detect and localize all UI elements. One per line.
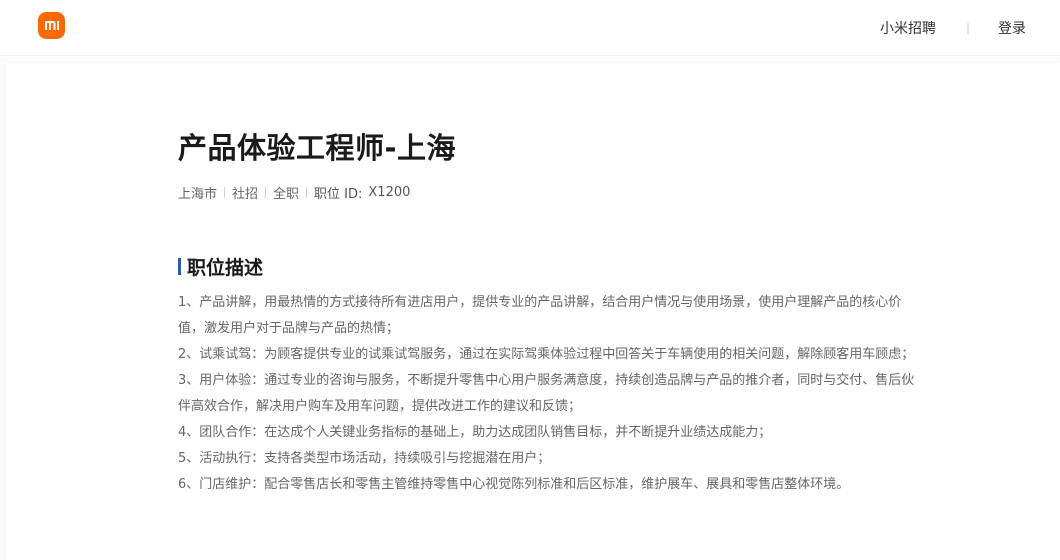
- job-description: 1、产品讲解，用最热情的方式接待所有进店用户，提供专业的产品讲解，结合用户情况与…: [178, 290, 926, 498]
- description-item: 5、活动执行：支持各类型市场活动，持续吸引与挖掘潜在用户；: [178, 451, 551, 466]
- page: 小米招聘 | 登录 产品体验工程师-上海 上海市 社招 全职 职位 ID: X1…: [0, 0, 1060, 560]
- xiaomi-logo[interactable]: [38, 12, 65, 39]
- meta-divider: [265, 187, 267, 198]
- description-section-title: 职位描述: [178, 253, 263, 280]
- job-recruit-type: 社招: [232, 187, 259, 202]
- description-item: 3、用户体验：通过专业的咨询与服务，不断提升零售中心用户服务满意度，持续创造品牌…: [178, 373, 915, 414]
- description-item: 6、门店维护：配合零售店长和零售主管维持零售中心视觉陈列标准和后区标准，维护展车…: [178, 477, 850, 492]
- description-item: 4、团队合作：在达成个人关键业务指标的基础上，助力达成团队销售目标，并不断提升业…: [178, 425, 772, 440]
- top-header: 小米招聘 | 登录: [0, 0, 1060, 56]
- description-title-text: 职位描述: [187, 257, 264, 279]
- nav-separator: |: [965, 21, 970, 35]
- job-meta: 上海市 社招 全职 职位 ID: X1200: [178, 183, 410, 202]
- job-title: 产品体验工程师-上海: [178, 131, 457, 165]
- meta-divider: [306, 187, 308, 198]
- description-item: 2、试乘试驾：为顾客提供专业的试乘试驾服务，通过在实际驾乘体验过程中回答关于车辆…: [178, 347, 915, 362]
- job-id-label: 职位 ID:: [314, 187, 363, 202]
- nav-recruitment-link[interactable]: 小米招聘: [880, 18, 936, 38]
- job-employment-type: 全职: [273, 187, 300, 202]
- content-area: 产品体验工程师-上海 上海市 社招 全职 职位 ID: X1200 职位描述 1…: [0, 57, 1060, 560]
- meta-divider: [224, 187, 226, 198]
- login-link[interactable]: 登录: [998, 18, 1026, 38]
- job-id-value: X1200: [368, 185, 411, 200]
- xiaomi-logo-icon: [38, 12, 65, 39]
- job-detail-card: 产品体验工程师-上海 上海市 社招 全职 职位 ID: X1200 职位描述 1…: [6, 63, 1060, 560]
- job-location: 上海市: [178, 187, 218, 202]
- description-item: 1、产品讲解，用最热情的方式接待所有进店用户，提供专业的产品讲解，结合用户情况与…: [178, 295, 902, 336]
- section-accent-bar: [178, 258, 181, 275]
- top-nav: 小米招聘 | 登录: [880, 0, 1026, 56]
